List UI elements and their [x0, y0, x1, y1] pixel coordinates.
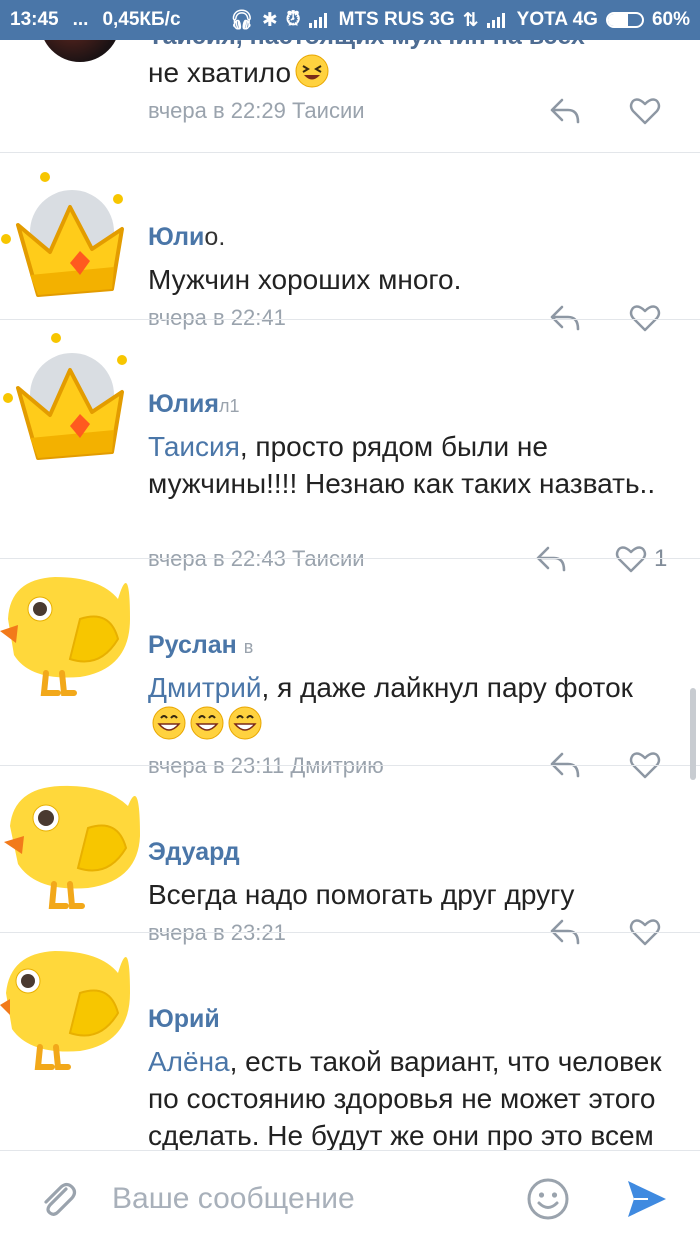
- duck-avatar[interactable]: [0, 766, 150, 916]
- mention-link[interactable]: Алёна: [148, 1046, 230, 1077]
- battery-icon: [605, 12, 644, 28]
- comment-item: Юлиял1 Таисия, просто рядом были не мужч…: [0, 320, 700, 573]
- grinning-emoji-icon: [190, 706, 224, 740]
- message-input[interactable]: [110, 1175, 514, 1223]
- comment-item: Таисия, настоящих мужчин на всех не хват…: [0, 40, 700, 152]
- comment-author[interactable]: Юлио.: [148, 223, 225, 252]
- alarm-icon: ⏰︎: [285, 9, 301, 30]
- comment-item: Руслан в Дмитрий, я даже лайкнул пару фо…: [0, 559, 700, 779]
- signal-icon: [486, 12, 509, 28]
- comments-feed[interactable]: Таисия, настоящих мужчин на всех не хват…: [0, 40, 700, 1150]
- mention-link[interactable]: Таисия: [148, 431, 240, 462]
- emoji-icon[interactable]: [526, 1177, 570, 1221]
- comment-text: Таисия, просто рядом были не мужчины!!!!…: [148, 431, 656, 499]
- comment-item: Юлио. Мужчин хороших много. вчера в 22:4…: [0, 153, 700, 332]
- status-dots: ...: [72, 9, 89, 30]
- paperclip-icon[interactable]: [36, 1177, 80, 1221]
- comment-text: Алёна, есть такой вариант, что человек п…: [148, 1046, 662, 1150]
- heart-icon[interactable]: [628, 96, 662, 126]
- comment-author[interactable]: Юлиял1: [148, 390, 240, 419]
- message-composer: [0, 1150, 700, 1245]
- laughing-emoji-icon: [295, 54, 329, 88]
- comment-author[interactable]: Руслан в: [148, 631, 253, 660]
- grinning-emoji-icon: [228, 706, 262, 740]
- send-icon[interactable]: [624, 1177, 670, 1221]
- duck-avatar[interactable]: [0, 933, 140, 1083]
- comment-author[interactable]: Эдуард: [148, 838, 240, 867]
- comment-text: Всегда надо помогать друг другу: [148, 879, 575, 910]
- scrollbar[interactable]: [690, 688, 696, 780]
- crown-avatar[interactable]: [0, 330, 140, 470]
- data-transfer-icon: ⇅: [462, 9, 479, 31]
- status-bar: 13:45 ... 0,45КБ/с 🎧︎ ✱ ⏰︎ MTS RUS 3G ⇅ …: [0, 0, 700, 40]
- comment-item: Эдуард Всегда надо помогать друг другу в…: [0, 766, 700, 946]
- bluetooth-icon: ✱: [261, 9, 278, 31]
- reply-icon[interactable]: [548, 96, 582, 126]
- status-speed: 0,45КБ/с: [102, 9, 181, 30]
- duck-avatar[interactable]: [0, 559, 140, 709]
- status-battery: 60%: [651, 9, 690, 30]
- comment-author[interactable]: Юрий: [148, 1005, 220, 1034]
- comment-text: не хватило: [148, 54, 668, 91]
- comment-item: Юрий Алёна, есть такой вариант, что чело…: [0, 933, 700, 1150]
- crown-avatar[interactable]: [0, 167, 140, 307]
- status-time: 13:45: [10, 9, 59, 30]
- headphones-icon: 🎧︎: [229, 10, 254, 31]
- signal-icon: [308, 12, 331, 28]
- comment-meta: вчера в 22:29 Таисии: [148, 98, 365, 123]
- mention-link[interactable]: Дмитрий: [148, 672, 262, 703]
- comment-text: Дмитрий, я даже лайкнул пару фоток: [148, 669, 668, 743]
- status-carrier2: YOTA 4G: [516, 9, 598, 30]
- avatar[interactable]: [40, 40, 120, 62]
- status-carrier1: MTS RUS 3G: [338, 9, 455, 30]
- comment-text: Мужчин хороших много.: [148, 264, 462, 295]
- comment-author[interactable]: Таисия, настоящих мужчин на всех: [148, 40, 585, 51]
- grinning-emoji-icon: [152, 706, 186, 740]
